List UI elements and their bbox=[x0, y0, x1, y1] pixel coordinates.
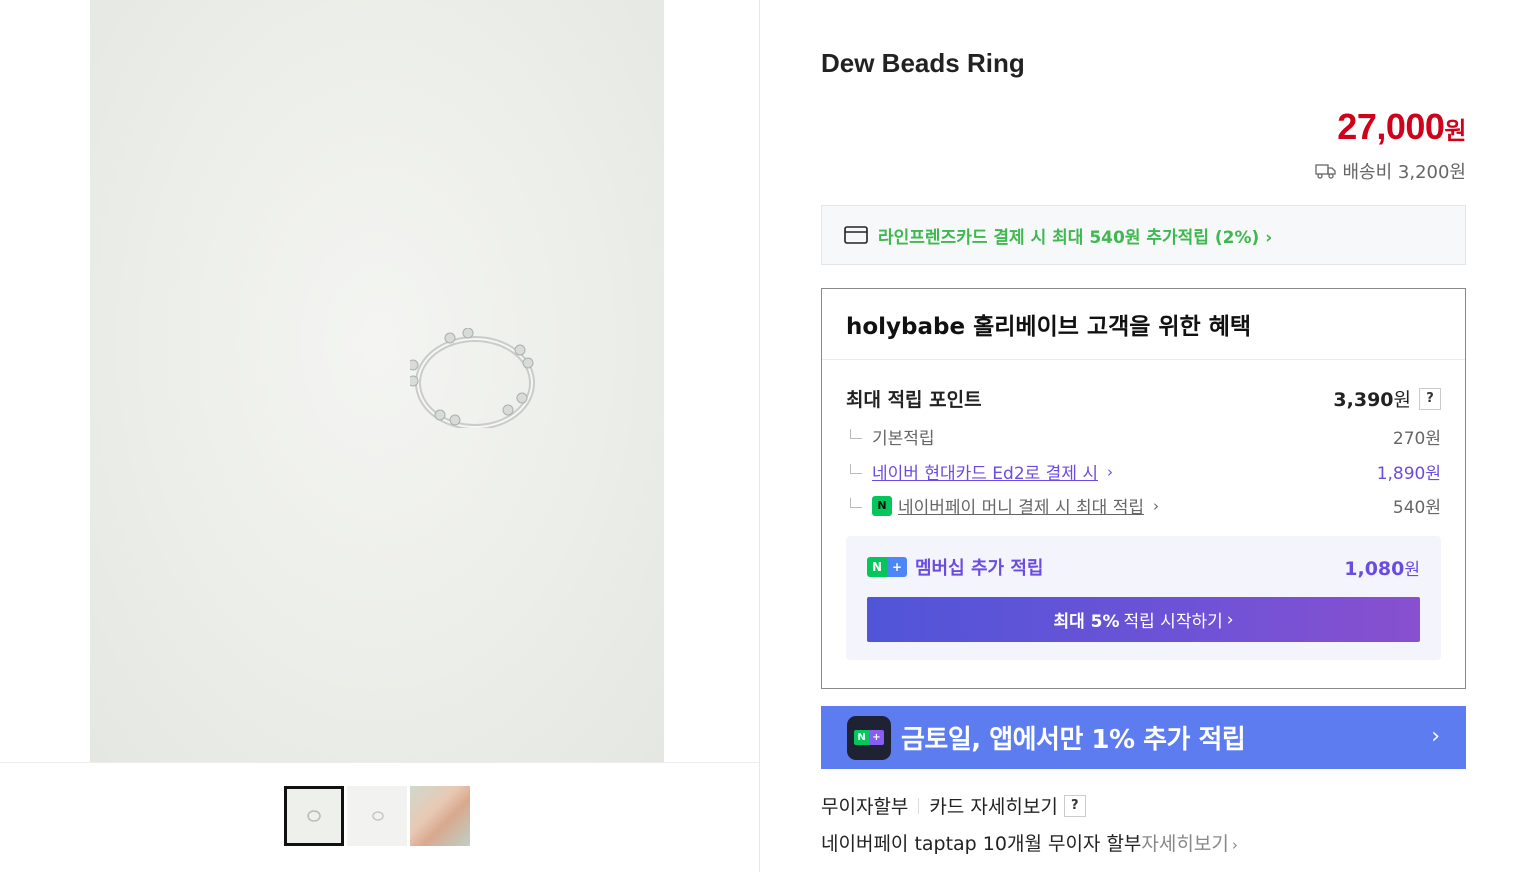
store-benefit-box: holybabe 홀리베이브 고객을 위한 혜택 최대 적립 포인트 3,390… bbox=[821, 288, 1466, 689]
ring-image bbox=[410, 328, 535, 428]
thumbnail-3[interactable] bbox=[410, 786, 470, 846]
truck-icon bbox=[1314, 164, 1336, 179]
benefit-heading: holybabe 홀리베이브 고객을 위한 혜택 bbox=[822, 289, 1465, 360]
chevron-right-icon: › bbox=[1152, 496, 1159, 515]
thumbnail-strip bbox=[0, 762, 759, 872]
main-product-image[interactable] bbox=[90, 0, 664, 762]
product-gallery bbox=[0, 0, 760, 872]
start-membership-button[interactable]: 최대 5% 적립 시작하기 › bbox=[867, 597, 1420, 642]
help-icon[interactable]: ? bbox=[1419, 387, 1441, 410]
installment-label: 무이자할부 bbox=[821, 796, 909, 818]
points-item-npay-money: N 네이버페이 머니 결제 시 최대 적립 › 540원 bbox=[850, 493, 1441, 518]
button-bold-text: 최대 5% bbox=[1053, 612, 1120, 632]
hyundai-card-link[interactable]: 네이버 현대카드 Ed2로 결제 시 bbox=[872, 459, 1098, 484]
tree-branch-icon bbox=[850, 463, 862, 474]
app-promo-banner[interactable]: N + 금토일, 앱에서만 1% 추가 적립 › bbox=[821, 706, 1466, 769]
card-benefit-text: 라인프렌즈카드 결제 시 최대 540원 추가적립 (2%) › bbox=[878, 227, 1273, 248]
promo-text: 금토일, 앱에서만 1% 추가 적립 bbox=[901, 725, 1246, 755]
points-item-hyundai-card: 네이버 현대카드 Ed2로 결제 시 › 1,890원 bbox=[850, 459, 1441, 484]
installment-row: 무이자할부 카드 자세히보기 ? bbox=[821, 792, 1086, 819]
max-points-label: 최대 적립 포인트 bbox=[846, 389, 982, 411]
tree-branch-icon bbox=[850, 497, 862, 508]
points-item-value: 540원 bbox=[1392, 498, 1441, 518]
chevron-right-icon: › bbox=[1431, 724, 1440, 749]
membership-row: N + 멤버십 추가 적립 1,080원 bbox=[867, 554, 1420, 580]
npay-installment-text: 네이버페이 taptap 10개월 무이자 할부 bbox=[821, 833, 1142, 855]
chevron-right-icon: › bbox=[1231, 836, 1238, 854]
card-details-link[interactable]: 카드 자세히보기 bbox=[929, 792, 1057, 819]
npay-money-link[interactable]: 네이버페이 머니 결제 시 최대 적립 bbox=[898, 493, 1144, 518]
membership-box: N + 멤버십 추가 적립 1,080원 최대 5% 적립 시작하기 › bbox=[846, 536, 1441, 660]
npay-icon: N bbox=[872, 495, 892, 516]
price-unit: 원 bbox=[1444, 118, 1466, 145]
chevron-right-icon: › bbox=[1107, 462, 1114, 481]
naver-plus-app-icon: N + bbox=[847, 715, 891, 760]
points-item-value: 270원 bbox=[1392, 429, 1441, 449]
chevron-right-icon: › bbox=[1226, 609, 1234, 630]
max-points-value: 3,390원 ? bbox=[1333, 385, 1441, 412]
points-item-value: 1,890원 bbox=[1376, 464, 1441, 484]
thumbnail-1-selected[interactable] bbox=[284, 786, 344, 846]
card-benefit-banner[interactable]: 라인프렌즈카드 결제 시 최대 540원 추가적립 (2%) › bbox=[821, 205, 1466, 265]
npay-installment-row: 네이버페이 taptap 10개월 무이자 할부 자세히보기 › bbox=[821, 829, 1238, 856]
shipping-text: 배송비 3,200원 bbox=[1342, 162, 1467, 183]
thumbnail-2[interactable] bbox=[347, 786, 407, 846]
button-text: 적립 시작하기 bbox=[1123, 612, 1223, 632]
membership-label: 멤버십 추가 적립 bbox=[915, 558, 1044, 579]
product-price: 27,000원 bbox=[1337, 106, 1466, 148]
chevron-right-icon: › bbox=[1265, 227, 1273, 248]
price-number: 27,000 bbox=[1337, 106, 1445, 147]
tree-branch-icon bbox=[850, 428, 862, 439]
nplus-icon: N + bbox=[867, 557, 907, 577]
product-title: Dew Beads Ring bbox=[821, 48, 1025, 78]
points-item-label: 기본적립 bbox=[872, 429, 935, 449]
points-item-basic: 기본적립 270원 bbox=[850, 424, 1441, 449]
max-points-row: 최대 적립 포인트 3,390원 ? bbox=[846, 385, 1441, 412]
shipping-fee: 배송비 3,200원 bbox=[1314, 158, 1467, 184]
installment-details-link[interactable]: 자세히보기 › bbox=[1141, 829, 1237, 856]
help-icon[interactable]: ? bbox=[1063, 794, 1086, 817]
credit-card-icon bbox=[844, 226, 868, 244]
membership-value: 1,080원 bbox=[1344, 557, 1420, 580]
divider bbox=[918, 797, 920, 814]
